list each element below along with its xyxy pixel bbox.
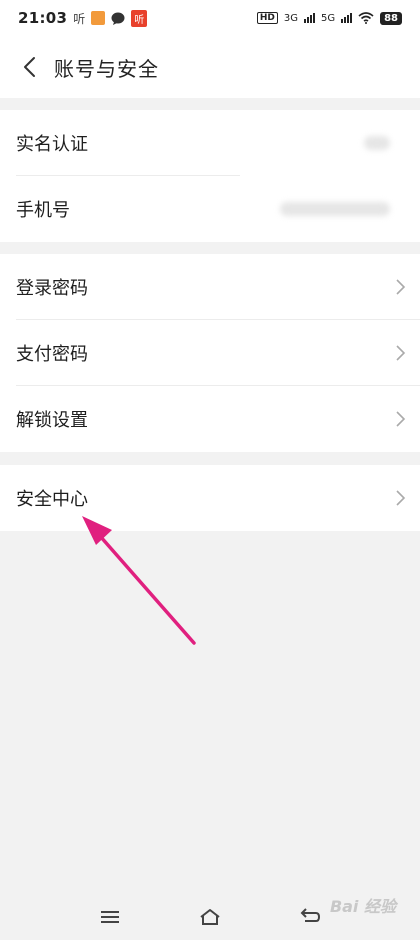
menu-icon [101,911,119,923]
home-button[interactable] [190,897,230,937]
menu-button[interactable] [90,897,130,937]
home-icon [200,909,220,925]
watermark: Bai 经验 [329,897,396,916]
return-icon [300,908,321,922]
annotation-arrow-icon [82,516,196,645]
back-nav-button[interactable] [290,897,330,937]
